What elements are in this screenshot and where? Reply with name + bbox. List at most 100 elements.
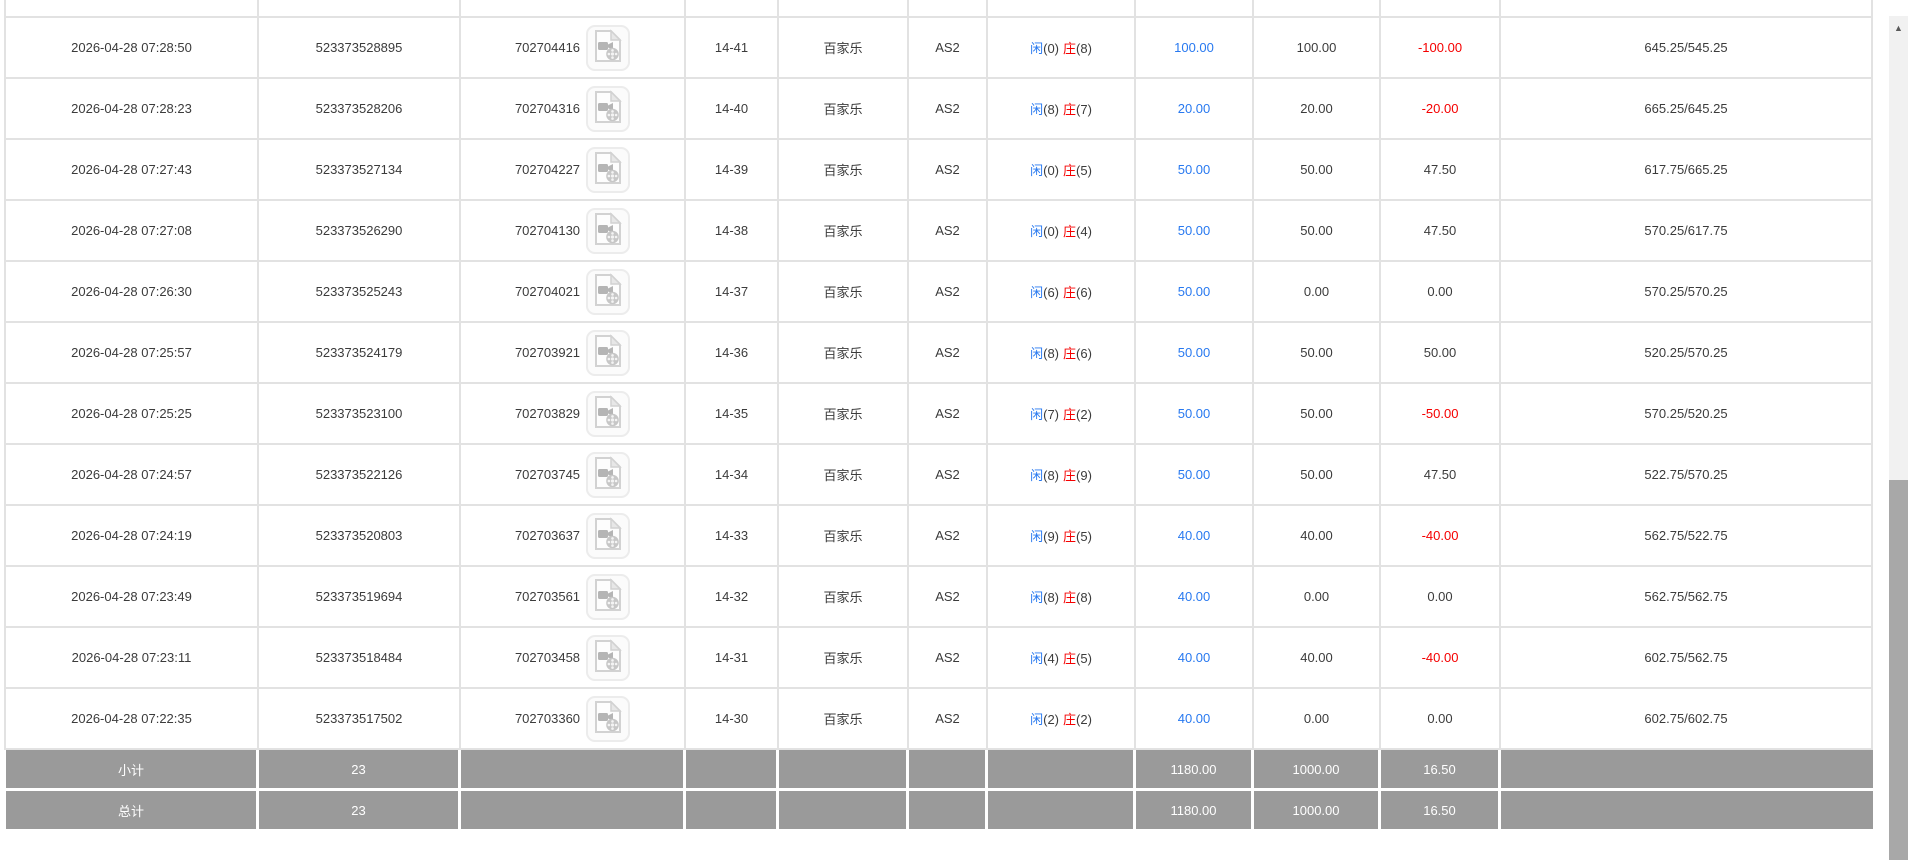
footer-bet-total: 1180.00 xyxy=(1136,750,1254,788)
video-replay-button[interactable] xyxy=(586,207,631,254)
video-replay-button[interactable] xyxy=(586,512,631,559)
result-banker: 庄(8) xyxy=(1063,38,1092,57)
cell-table-name: AS2 xyxy=(909,201,988,260)
clipped-cell xyxy=(686,0,779,16)
page: 2026-04-28 07:28:50 523373528895 702704416… xyxy=(0,0,1908,860)
vertical-scrollbar[interactable]: ▲ xyxy=(1889,16,1908,860)
cell-bet-time: 2026-04-28 07:23:49 xyxy=(6,567,259,626)
result-player-points: (6) xyxy=(1043,285,1059,300)
result-banker: 庄(5) xyxy=(1063,526,1092,545)
cell-game-type: 百家乐 xyxy=(779,201,909,260)
video-replay-button[interactable] xyxy=(586,85,631,132)
table-rows: 2026-04-28 07:28:50 523373528895 702704416… xyxy=(4,0,1873,750)
cell-game-type: 百家乐 xyxy=(779,689,909,748)
cell-game-type: 百家乐 xyxy=(779,140,909,199)
cell-bet-amount: 40.00 xyxy=(1136,567,1254,626)
result-banker-label: 庄 xyxy=(1063,163,1077,178)
bet-amount-link[interactable]: 50.00 xyxy=(1178,223,1211,238)
video-replay-button[interactable] xyxy=(586,390,631,437)
cell-balance: 645.25/545.25 xyxy=(1501,18,1873,77)
video-file-icon xyxy=(593,456,623,493)
scrollbar-up-icon[interactable]: ▲ xyxy=(1889,22,1908,34)
game-number-text: 702703561 xyxy=(514,589,581,604)
cell-win-loss: 0.00 xyxy=(1381,567,1501,626)
bet-amount-link[interactable]: 50.00 xyxy=(1178,406,1211,421)
result-banker-points: (8) xyxy=(1076,590,1092,605)
result-player-label: 闲 xyxy=(1030,346,1044,361)
result-banker-points: (2) xyxy=(1076,407,1092,422)
clipped-cell xyxy=(259,0,461,16)
bet-history-table: 2026-04-28 07:28:50 523373528895 702704416… xyxy=(4,0,1873,829)
cell-round-number: 14-32 xyxy=(686,567,779,626)
result-player: 闲(8) xyxy=(1030,465,1059,484)
bet-amount-link[interactable]: 40.00 xyxy=(1178,589,1211,604)
clipped-cell xyxy=(1136,0,1254,16)
bet-amount-link[interactable]: 40.00 xyxy=(1178,711,1211,726)
cell-round-number: 14-39 xyxy=(686,140,779,199)
scrollbar-thumb[interactable] xyxy=(1889,480,1908,860)
cell-valid-amount: 50.00 xyxy=(1254,384,1381,443)
footer-table-name xyxy=(909,750,988,788)
footer-label: 小计 xyxy=(6,750,259,788)
footer-game-number xyxy=(461,791,686,829)
cell-valid-amount: 100.00 xyxy=(1254,18,1381,77)
bet-amount-link[interactable]: 40.00 xyxy=(1178,650,1211,665)
result-banker-label: 庄 xyxy=(1063,529,1077,544)
result-player-label: 闲 xyxy=(1030,651,1044,666)
video-replay-button[interactable] xyxy=(586,573,631,620)
cell-balance: 570.25/617.75 xyxy=(1501,201,1873,260)
cell-bet-amount: 50.00 xyxy=(1136,323,1254,382)
bet-amount-link[interactable]: 40.00 xyxy=(1178,528,1211,543)
result-player-label: 闲 xyxy=(1030,41,1044,56)
video-replay-button[interactable] xyxy=(586,634,631,681)
game-number-text: 702703829 xyxy=(514,406,581,421)
bet-amount-link[interactable]: 50.00 xyxy=(1178,467,1211,482)
result-banker-points: (9) xyxy=(1076,468,1092,483)
cell-game-type: 百家乐 xyxy=(779,79,909,138)
result-banker-label: 庄 xyxy=(1063,712,1077,727)
bet-amount-link[interactable]: 20.00 xyxy=(1178,101,1211,116)
footer-count: 23 xyxy=(259,750,461,788)
video-file-icon xyxy=(593,639,623,676)
video-replay-button[interactable] xyxy=(586,451,631,498)
table-row: 2026-04-28 07:22:35 523373517502 702703360… xyxy=(4,689,1873,750)
result-banker-label: 庄 xyxy=(1063,102,1077,117)
table-row: 2026-04-28 07:28:50 523373528895 702704416… xyxy=(4,18,1873,79)
cell-game-type: 百家乐 xyxy=(779,18,909,77)
result-banker: 庄(7) xyxy=(1063,99,1092,118)
result-player-points: (0) xyxy=(1043,224,1059,239)
game-number-text: 702704227 xyxy=(514,162,581,177)
video-replay-button[interactable] xyxy=(586,24,631,71)
result-banker-label: 庄 xyxy=(1063,346,1077,361)
table-row: 2026-04-28 07:24:19 523373520803 702703637… xyxy=(4,506,1873,567)
cell-result: 闲(8) 庄(7) xyxy=(988,79,1136,138)
cell-bet-time: 2026-04-28 07:25:25 xyxy=(6,384,259,443)
cell-table-name: AS2 xyxy=(909,140,988,199)
footer-count: 23 xyxy=(259,791,461,829)
result-banker-points: (5) xyxy=(1076,651,1092,666)
cell-game-number: 702704021 xyxy=(461,262,686,321)
footer-result xyxy=(988,791,1136,829)
result-banker-points: (6) xyxy=(1076,346,1092,361)
video-replay-button[interactable] xyxy=(586,268,631,315)
bet-amount-link[interactable]: 50.00 xyxy=(1178,345,1211,360)
bet-amount-link[interactable]: 100.00 xyxy=(1174,40,1214,55)
cell-valid-amount: 50.00 xyxy=(1254,323,1381,382)
footer-game-type xyxy=(779,750,909,788)
video-file-icon xyxy=(593,151,623,188)
result-banker: 庄(4) xyxy=(1063,221,1092,240)
bet-amount-link[interactable]: 50.00 xyxy=(1178,162,1211,177)
result-player-label: 闲 xyxy=(1030,590,1044,605)
bet-amount-link[interactable]: 50.00 xyxy=(1178,284,1211,299)
cell-bet-amount: 50.00 xyxy=(1136,445,1254,504)
cell-game-number: 702703458 xyxy=(461,628,686,687)
result-player-points: (8) xyxy=(1043,590,1059,605)
video-replay-button[interactable] xyxy=(586,146,631,193)
clipped-cell xyxy=(988,0,1136,16)
table-row: 2026-04-28 07:25:25 523373523100 702703829… xyxy=(4,384,1873,445)
video-replay-button[interactable] xyxy=(586,329,631,376)
cell-table-name: AS2 xyxy=(909,689,988,748)
cell-game-type: 百家乐 xyxy=(779,323,909,382)
result-banker: 庄(6) xyxy=(1063,282,1092,301)
video-replay-button[interactable] xyxy=(586,695,631,742)
